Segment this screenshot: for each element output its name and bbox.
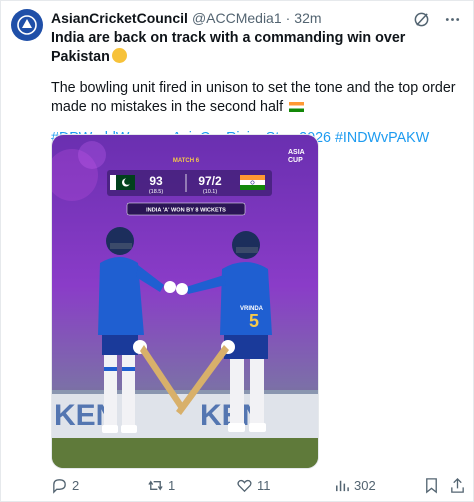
views-count: 302 [354,478,376,493]
like-count: 11 [257,478,271,493]
pakistan-flag-icon [110,175,135,190]
headline-line: India are back on track with a commandin… [51,29,463,67]
star-struck-emoji-icon [111,48,127,63]
india-flag-emoji-icon [289,102,305,112]
action-bar: 2 1 11 302 [51,477,469,499]
match-graphic: MATCH 6 ASIA CUP 93 (18.5) 97/2 (10.1) I… [52,135,318,468]
tweet-header: AsianCricketCouncil @ACCMedia1 · 32m [51,10,413,26]
asia-cup-logo-icon: ASIA CUP [288,149,305,164]
logo-line2: CUP [288,157,303,164]
result-text: INDIA 'A' WON BY 8 WICKETS [146,208,226,214]
grass [52,438,318,468]
avatar[interactable] [11,9,43,41]
bookmark-icon [426,478,437,494]
share-icon [451,477,464,493]
repost-count: 1 [168,478,176,493]
repost-button[interactable]: 1 [147,477,175,494]
repost-icon [148,480,163,491]
reply-count: 2 [72,478,80,493]
team1-overs: (18.5) [149,189,164,195]
bookmark-button[interactable] [423,477,440,494]
reply-button[interactable]: 2 [51,477,79,494]
header-actions [413,11,461,28]
views-icon [336,480,349,492]
media-image[interactable]: MATCH 6 ASIA CUP 93 (18.5) 97/2 (10.1) I… [51,134,319,469]
author-name[interactable]: AsianCricketCouncil [51,10,188,26]
glove-left [164,281,176,293]
tweet-card[interactable]: AsianCricketCouncil @ACCMedia1 · 32m Ind… [0,0,474,502]
body: The bowling unit fired in unison to set … [51,80,456,115]
reply-icon [53,479,66,494]
jersey-number: 5 [249,311,259,331]
acc-logo-icon [17,15,37,35]
team1-score: 93 [149,174,163,188]
views-button[interactable]: 302 [333,477,376,494]
team2-score: 97/2 [198,174,222,188]
logo-line1: ASIA [288,149,305,156]
match-label: MATCH 6 [173,158,200,164]
glove-right [176,283,188,295]
body-line: The bowling unit fired in unison to set … [51,79,463,117]
grok-icon[interactable] [413,11,430,28]
india-flag-icon [240,175,265,190]
decor-bloom-small [78,141,106,169]
timestamp[interactable]: 32m [294,10,321,26]
team2-overs: (10.1) [203,189,218,195]
more-icon[interactable] [444,11,461,28]
author-handle[interactable]: @ACCMedia1 [192,10,282,26]
heart-icon [237,479,252,493]
share-button[interactable] [449,477,466,494]
like-button[interactable]: 11 [236,477,271,494]
separator: · [285,10,291,26]
headline: India are back on track with a commandin… [51,30,406,65]
